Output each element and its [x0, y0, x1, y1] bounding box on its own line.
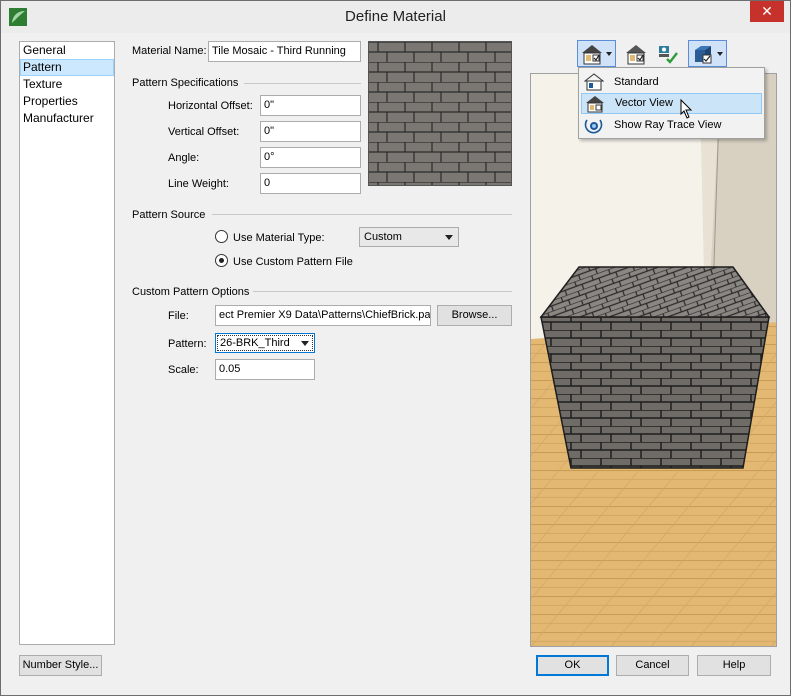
pattern-file-input[interactable]: ect Premier X9 Data\Patterns\ChiefBrick.… — [215, 305, 431, 326]
camera-options-button[interactable] — [688, 40, 727, 67]
render-mode-icon — [582, 45, 602, 65]
standard-view-icon — [584, 73, 604, 91]
pattern-select[interactable]: 26-BRK_Third — [215, 333, 315, 353]
chevron-down-icon — [445, 235, 453, 240]
pattern-source-heading: Pattern Source — [132, 209, 206, 221]
use-custom-pattern-file-label: Use Custom Pattern File — [233, 256, 353, 268]
pattern-preview — [368, 41, 512, 186]
angle-input[interactable]: 0° — [260, 147, 361, 168]
dialog-body: General Pattern Texture Properties Manuf… — [8, 33, 783, 688]
custom-pattern-options-heading: Custom Pattern Options — [132, 286, 250, 298]
line-weight-input[interactable]: 0 — [260, 173, 361, 194]
line-weight-label: Line Weight: — [168, 178, 229, 190]
apply-material-icon — [659, 46, 678, 64]
menu-item-label: Vector View — [615, 97, 673, 109]
render-mode-button[interactable] — [577, 40, 616, 67]
use-custom-pattern-file-radio[interactable] — [215, 254, 228, 267]
mouse-cursor-icon — [680, 99, 693, 119]
material-name-label: Material Name: — [132, 45, 207, 57]
material-check-icon — [626, 45, 646, 65]
cancel-button[interactable]: Cancel — [616, 655, 689, 676]
chevron-down-icon — [606, 52, 612, 56]
nav-item-texture[interactable]: Texture — [20, 76, 114, 93]
ray-trace-icon — [584, 119, 603, 134]
menu-item-ray-trace[interactable]: Show Ray Trace View — [581, 115, 762, 136]
menu-item-label: Standard — [614, 76, 659, 88]
horizontal-offset-input[interactable]: 0" — [260, 95, 361, 116]
chevron-down-icon — [717, 52, 723, 56]
angle-label: Angle: — [168, 152, 200, 164]
scale-label: Scale: — [168, 364, 199, 376]
browse-button[interactable]: Browse... — [437, 305, 512, 326]
group-divider — [253, 291, 512, 292]
nav-item-pattern[interactable]: Pattern — [20, 59, 114, 76]
group-divider — [244, 83, 361, 84]
material-3d-preview[interactable] — [530, 73, 777, 647]
apply-material-button[interactable] — [654, 40, 682, 67]
vector-view-icon — [586, 96, 604, 113]
material-name-input[interactable]: Tile Mosaic - Third Running — [208, 41, 361, 62]
scale-input[interactable]: 0.05 — [215, 359, 315, 380]
title-bar: Define Material ✕ — [1, 1, 790, 33]
chevron-down-icon — [301, 341, 309, 346]
material-type-value: Custom — [364, 231, 402, 243]
menu-item-standard[interactable]: Standard — [581, 72, 762, 93]
horizontal-offset-label: Horizontal Offset: — [168, 100, 253, 112]
vertical-offset-label: Vertical Offset: — [168, 126, 240, 138]
brick-pattern-preview — [369, 42, 511, 185]
material-check-button[interactable] — [622, 40, 650, 67]
number-style-button[interactable]: Number Style... — [19, 655, 102, 676]
category-list: General Pattern Texture Properties Manuf… — [19, 41, 115, 645]
define-material-dialog: Define Material ✕ General Pattern Textur… — [0, 0, 791, 696]
pattern-select-value: 26-BRK_Third — [220, 337, 290, 349]
window-title: Define Material — [345, 8, 446, 25]
material-type-select[interactable]: Custom — [359, 227, 459, 247]
render-mode-menu: Standard Vector View Show Ray Trace View — [578, 67, 765, 139]
camera-options-icon — [695, 46, 712, 64]
menu-item-vector-view[interactable]: Vector View — [581, 93, 762, 114]
file-label: File: — [168, 310, 189, 322]
help-button[interactable]: Help — [697, 655, 771, 676]
group-divider — [212, 214, 512, 215]
use-material-type-radio[interactable] — [215, 230, 228, 243]
nav-item-general[interactable]: General — [20, 42, 114, 59]
vertical-offset-input[interactable]: 0" — [260, 121, 361, 142]
menu-item-label: Show Ray Trace View — [614, 119, 722, 131]
close-button[interactable]: ✕ — [750, 1, 784, 22]
use-material-type-label: Use Material Type: — [233, 232, 325, 244]
nav-item-properties[interactable]: Properties — [20, 93, 114, 110]
pattern-specifications-heading: Pattern Specifications — [132, 77, 239, 89]
cube-preview-render — [531, 74, 776, 646]
nav-item-manufacturer[interactable]: Manufacturer — [20, 110, 114, 127]
pattern-label: Pattern: — [168, 338, 207, 350]
close-icon: ✕ — [761, 3, 773, 19]
ok-button[interactable]: OK — [536, 655, 609, 676]
